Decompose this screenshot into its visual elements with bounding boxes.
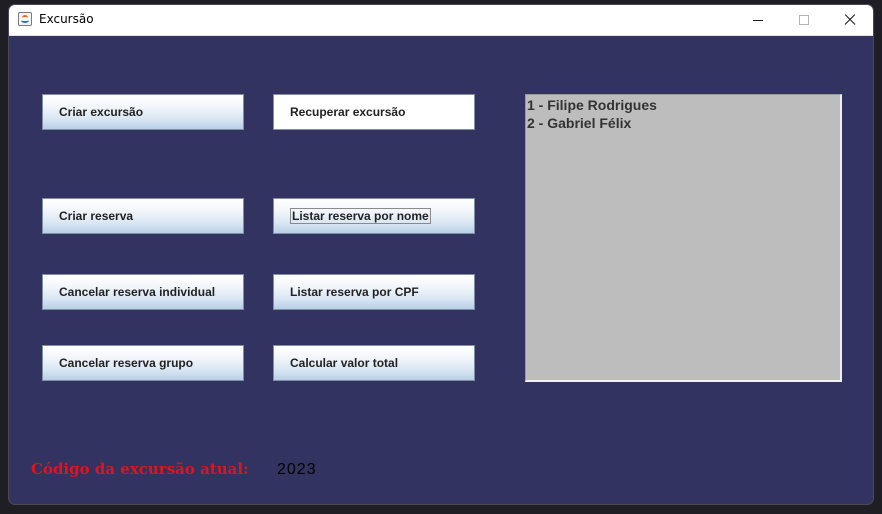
- app-window: Excursão Criar excursão Recuperar excurs…: [9, 5, 873, 504]
- criar-reserva-label: Criar reserva: [59, 209, 134, 223]
- close-icon: [844, 14, 856, 26]
- cancelar-reserva-individual-button[interactable]: Cancelar reserva individual: [42, 274, 244, 310]
- calcular-valor-total-label: Calcular valor total: [290, 356, 399, 370]
- codigo-excursao-label: Código da excursão atual:: [31, 460, 249, 478]
- listar-reserva-nome-label: Listar reserva por nome: [290, 208, 431, 224]
- codigo-excursao-value: 2023: [277, 461, 317, 478]
- title-bar[interactable]: Excursão: [9, 5, 873, 36]
- listar-reserva-nome-button[interactable]: Listar reserva por nome: [273, 198, 475, 234]
- criar-reserva-button[interactable]: Criar reserva: [42, 198, 244, 234]
- maximize-icon: [799, 15, 809, 25]
- cancelar-reserva-grupo-button[interactable]: Cancelar reserva grupo: [42, 345, 244, 381]
- cancelar-reserva-grupo-label: Cancelar reserva grupo: [59, 356, 194, 370]
- calcular-valor-total-button[interactable]: Calcular valor total: [273, 345, 475, 381]
- maximize-button[interactable]: [781, 5, 827, 35]
- output-text-area[interactable]: 1 - Filipe Rodrigues 2 - Gabriel Félix: [525, 94, 842, 382]
- cancelar-reserva-individual-label: Cancelar reserva individual: [59, 285, 216, 299]
- output-line: 2 - Gabriel Félix: [527, 115, 632, 131]
- window-title: Excursão: [39, 12, 94, 26]
- java-coffee-cup-icon: [18, 12, 32, 26]
- criar-excursao-button[interactable]: Criar excursão: [42, 94, 244, 130]
- minimize-icon: [753, 19, 763, 21]
- close-button[interactable]: [827, 5, 873, 35]
- output-line: 1 - Filipe Rodrigues: [527, 97, 657, 113]
- recuperar-excursao-button[interactable]: Recuperar excursão: [273, 94, 475, 130]
- recuperar-excursao-label: Recuperar excursão: [290, 105, 406, 119]
- minimize-button[interactable]: [735, 5, 781, 35]
- listar-reserva-cpf-button[interactable]: Listar reserva por CPF: [273, 274, 475, 310]
- listar-reserva-cpf-label: Listar reserva por CPF: [290, 285, 419, 299]
- criar-excursao-label: Criar excursão: [59, 105, 144, 119]
